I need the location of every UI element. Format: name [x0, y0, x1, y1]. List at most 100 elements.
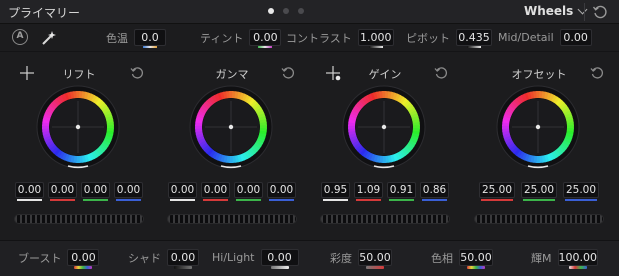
mid-detail-control: Mid/Detail 0.00 [498, 29, 592, 46]
hue-field[interactable]: 50.00 [459, 249, 493, 269]
hue-value: 50.00 [460, 251, 492, 264]
lum-mix-value: 100.00 [558, 251, 598, 264]
hue-bar [467, 266, 485, 269]
saturation-field[interactable]: 50.00 [358, 249, 392, 269]
wheel-values-offset: 25.00 25.00 25.00 [462, 182, 616, 201]
pivot-value: 0.435 [458, 31, 490, 44]
reset-icon[interactable] [434, 66, 448, 80]
reset-icon[interactable] [130, 66, 144, 80]
pivot-control: ピボット 0.435 [406, 29, 492, 48]
jog-wheel-offset[interactable] [474, 214, 604, 224]
mode-dropdown[interactable]: Wheels [524, 4, 588, 18]
gamma-b-value[interactable]: 0.00 [267, 182, 296, 201]
saturation-value: 50.00 [359, 251, 391, 264]
gain-r-value[interactable]: 1.09 [354, 182, 383, 201]
lift-r-value[interactable]: 0.00 [48, 182, 77, 201]
wheel-lift: リフト 0.00 0.00 0.00 0.00 [2, 60, 156, 238]
contrast-control: コントラスト 1.000 [286, 29, 394, 48]
wheel-puck [381, 124, 387, 130]
page-dot-1[interactable] [268, 8, 274, 14]
reset-icon[interactable] [590, 66, 604, 80]
mode-dropdown-value: Wheels [524, 4, 574, 18]
reset-all-icon[interactable] [592, 4, 608, 20]
lift-g-value[interactable]: 0.00 [81, 182, 110, 201]
highlight-bar [270, 266, 289, 269]
mid-detail-field[interactable]: 0.00 [559, 29, 592, 46]
jog-wheel-lift[interactable] [14, 214, 144, 224]
hue-control: 色相 50.00 [431, 249, 493, 269]
mid-detail-value: 0.00 [563, 31, 588, 44]
highlight-value: 0.00 [267, 251, 292, 264]
gain-y-value[interactable]: 0.95 [321, 182, 350, 201]
color-wheel-lift[interactable] [36, 85, 120, 169]
shadow-field[interactable]: 0.00 [167, 249, 199, 269]
wheel-offset: オフセット 25.00 25.00 25.00 [462, 60, 616, 238]
toolbar-divider [0, 51, 619, 52]
pivot-field[interactable]: 0.435 [456, 29, 492, 48]
wheel-puck [535, 124, 541, 130]
highlight-field[interactable]: 0.00 [260, 249, 299, 269]
tint-label: ティント [200, 31, 244, 45]
auto-balance-icon[interactable]: A [12, 29, 28, 45]
primary-footer: ブースト 0.00 シャド 0.00 Hi/Light 0.00 彩度 50.0… [0, 240, 619, 276]
temperature-control: 色温 0.0 [106, 29, 166, 48]
jog-wheel-gain[interactable] [320, 214, 450, 224]
temperature-field[interactable]: 0.0 [134, 29, 166, 48]
color-boost-value: 0.00 [71, 251, 96, 264]
tint-control: ティント 0.00 [200, 29, 282, 48]
temperature-value: 0.0 [141, 31, 159, 44]
page-indicator [268, 8, 304, 14]
pivot-label: ピボット [406, 31, 450, 45]
contrast-bar [368, 46, 383, 48]
page-dot-2[interactable] [283, 8, 289, 14]
reset-icon[interactable] [281, 66, 295, 80]
tint-field[interactable]: 0.00 [249, 29, 282, 48]
chevron-down-icon [577, 4, 588, 14]
saturation-control: 彩度 50.00 [330, 249, 392, 269]
color-wheel-offset[interactable] [496, 85, 580, 169]
shadow-bar [174, 266, 192, 269]
magic-wand-icon[interactable] [40, 29, 58, 47]
pivot-bar [467, 46, 481, 48]
wheel-puck [75, 124, 81, 130]
contrast-label: コントラスト [286, 31, 352, 45]
shadow-control: シャド 0.00 [128, 249, 199, 269]
lift-b-value[interactable]: 0.00 [114, 182, 143, 201]
jog-wheel-gamma[interactable] [167, 214, 297, 224]
page-dot-3[interactable] [298, 8, 304, 14]
offset-r-value[interactable]: 25.00 [479, 182, 515, 201]
lift-y-value[interactable]: 0.00 [15, 182, 44, 201]
panel-header: プライマリー Wheels [0, 0, 619, 24]
lum-mix-control: 輝M 100.00 [531, 249, 598, 269]
hue-label: 色相 [431, 251, 453, 265]
color-wheel-gamma[interactable] [189, 85, 273, 169]
color-boost-control: ブースト 0.00 [18, 249, 100, 269]
gain-b-value[interactable]: 0.86 [420, 182, 449, 201]
gamma-g-value[interactable]: 0.00 [234, 182, 263, 201]
temperature-bar [143, 46, 157, 48]
header-divider [584, 3, 585, 21]
gain-g-value[interactable]: 0.91 [387, 182, 416, 201]
offset-g-value[interactable]: 25.00 [521, 182, 557, 201]
saturation-bar [366, 266, 384, 269]
gamma-r-value[interactable]: 0.00 [201, 182, 230, 201]
wheel-gain: ゲイン 0.95 1.09 0.91 0.86 [308, 60, 462, 238]
color-wheel-gain[interactable] [342, 85, 426, 169]
tint-value: 0.00 [253, 31, 278, 44]
contrast-value: 1.000 [360, 31, 392, 44]
offset-b-value[interactable]: 25.00 [563, 182, 599, 201]
wheel-values-lift: 0.00 0.00 0.00 0.00 [2, 182, 156, 201]
highlight-label: Hi/Light [212, 251, 255, 264]
color-boost-field[interactable]: 0.00 [67, 249, 100, 269]
contrast-field[interactable]: 1.000 [357, 29, 394, 48]
highlight-control: Hi/Light 0.00 [212, 249, 299, 269]
lum-mix-field[interactable]: 100.00 [557, 249, 598, 269]
gamma-y-value[interactable]: 0.00 [168, 182, 197, 201]
shadow-value: 0.00 [170, 251, 196, 264]
saturation-label: 彩度 [330, 251, 352, 265]
panel-title: プライマリー [8, 6, 81, 20]
temperature-label: 色温 [106, 31, 128, 45]
wheel-values-gamma: 0.00 0.00 0.00 0.00 [155, 182, 309, 201]
lum-mix-label: 輝M [531, 251, 552, 265]
wheel-values-gain: 0.95 1.09 0.91 0.86 [308, 182, 462, 201]
